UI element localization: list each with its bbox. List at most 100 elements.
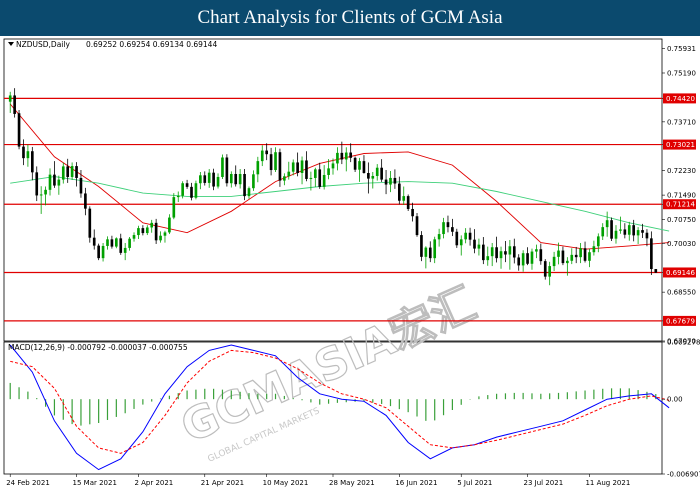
candle-body bbox=[349, 152, 353, 158]
candle-body bbox=[145, 227, 149, 234]
candle-body bbox=[309, 177, 313, 179]
candle-body bbox=[159, 235, 162, 241]
candle-body bbox=[632, 225, 636, 236]
x-tick-label: 15 Mar 2021 bbox=[73, 479, 117, 487]
candle-body bbox=[70, 166, 74, 177]
candle-body bbox=[424, 247, 428, 257]
candle-body bbox=[225, 157, 229, 184]
candle-body bbox=[389, 177, 392, 185]
candle-body bbox=[128, 238, 131, 248]
macd-tick-label: 0.005278 bbox=[667, 339, 700, 347]
candle-body bbox=[654, 269, 658, 273]
candle-body bbox=[252, 174, 255, 189]
candle-body bbox=[194, 183, 198, 198]
candle-body bbox=[185, 183, 189, 187]
candle-body bbox=[344, 152, 348, 160]
level-price-label: 0.74420 bbox=[666, 95, 695, 103]
candle-body bbox=[362, 161, 366, 174]
watermark: GCMASIA宏汇 GLOBAL CAPITAL MARKETS bbox=[173, 277, 484, 464]
candle-body bbox=[172, 197, 176, 218]
candle-body bbox=[499, 251, 503, 259]
candle-body bbox=[35, 172, 39, 196]
candle-body bbox=[367, 173, 370, 179]
y-tick-label: 0.70750 bbox=[667, 216, 696, 224]
candle-body bbox=[278, 152, 282, 181]
macd-tick-label: 0.00 bbox=[667, 396, 683, 404]
candle-body bbox=[336, 152, 339, 164]
candle-body bbox=[300, 160, 304, 174]
candle-body bbox=[207, 172, 211, 183]
candle-body bbox=[455, 231, 459, 246]
candle-body bbox=[48, 174, 52, 190]
x-tick-label: 10 May 2021 bbox=[263, 479, 309, 487]
candle-body bbox=[168, 217, 171, 233]
candle-body bbox=[535, 249, 538, 252]
symbol-label: NZDUSD,Daily bbox=[16, 40, 70, 49]
candle-body bbox=[570, 254, 574, 261]
y-tick-label: 0.72230 bbox=[667, 167, 696, 175]
level-price-label: 0.71214 bbox=[666, 201, 695, 209]
candle-body bbox=[115, 238, 118, 247]
candle-body bbox=[30, 151, 34, 173]
candle-body bbox=[283, 176, 286, 181]
candle-body bbox=[495, 247, 498, 259]
macd-tick-label: -0.006907 bbox=[667, 471, 700, 479]
candle-body bbox=[451, 227, 454, 232]
candle-body bbox=[256, 161, 260, 175]
candle-body bbox=[53, 174, 56, 186]
y-tick-label: 0.68550 bbox=[667, 289, 696, 297]
candle-body bbox=[530, 251, 534, 264]
candle-body bbox=[371, 175, 375, 179]
symbol-dropdown-icon[interactable] bbox=[8, 42, 14, 46]
candle-body bbox=[375, 167, 379, 176]
candle-body bbox=[627, 225, 631, 235]
candle-body bbox=[415, 216, 419, 236]
x-tick-label: 11 Aug 2021 bbox=[585, 479, 630, 487]
y-tick-label: 0.73710 bbox=[667, 118, 696, 126]
candle-body bbox=[402, 196, 406, 201]
candle-body bbox=[446, 222, 450, 228]
candle-body bbox=[247, 188, 251, 197]
candle-body bbox=[57, 179, 61, 186]
candle-body bbox=[353, 157, 357, 170]
candle-body bbox=[517, 257, 521, 266]
candle-body bbox=[459, 239, 463, 246]
candle-body bbox=[190, 186, 193, 198]
x-tick-label: 5 Jul 2021 bbox=[457, 479, 492, 487]
candle-body bbox=[592, 246, 596, 253]
candle-body bbox=[203, 175, 207, 183]
candle-body bbox=[623, 229, 627, 235]
candle-body bbox=[331, 163, 335, 169]
price-chart[interactable]: GCMASIA宏汇 GLOBAL CAPITAL MARKETS NZDUSD,… bbox=[0, 36, 700, 500]
candle-body bbox=[473, 239, 476, 249]
candle-body bbox=[561, 250, 565, 264]
candle-body bbox=[566, 260, 569, 264]
candle-body bbox=[132, 235, 136, 239]
candle-body bbox=[636, 230, 640, 236]
axis-layer: 0.75931 0.75190 0.74420 0.73710 0.73021 0.722… bbox=[6, 45, 700, 487]
candle-body bbox=[216, 176, 220, 187]
candle-body bbox=[433, 239, 437, 259]
candle-body bbox=[610, 220, 613, 239]
candle-body bbox=[8, 95, 12, 102]
candle-body bbox=[291, 162, 295, 172]
candle-body bbox=[123, 247, 127, 253]
candle-body bbox=[141, 228, 145, 234]
candle-body bbox=[97, 245, 100, 259]
x-tick-label: 24 Feb 2021 bbox=[6, 479, 50, 487]
candle-body bbox=[521, 253, 525, 266]
x-tick-label: 2 Apr 2021 bbox=[134, 479, 173, 487]
level-price-label: 0.69146 bbox=[666, 269, 695, 277]
candle-body bbox=[75, 166, 78, 178]
macd-label: MACD(12,26,9) -0.000792 -0.000037 -0.000… bbox=[8, 343, 188, 352]
candle-body bbox=[543, 261, 547, 277]
candle-body bbox=[243, 173, 246, 197]
candle-body bbox=[641, 230, 644, 233]
price-layer bbox=[4, 88, 670, 322]
candle-body bbox=[420, 235, 423, 257]
candle-body bbox=[176, 195, 180, 198]
candle-body bbox=[274, 152, 277, 171]
y-tick-label: 0.71490 bbox=[667, 192, 696, 200]
candle-body bbox=[596, 236, 600, 247]
moving-average-line bbox=[9, 103, 670, 250]
